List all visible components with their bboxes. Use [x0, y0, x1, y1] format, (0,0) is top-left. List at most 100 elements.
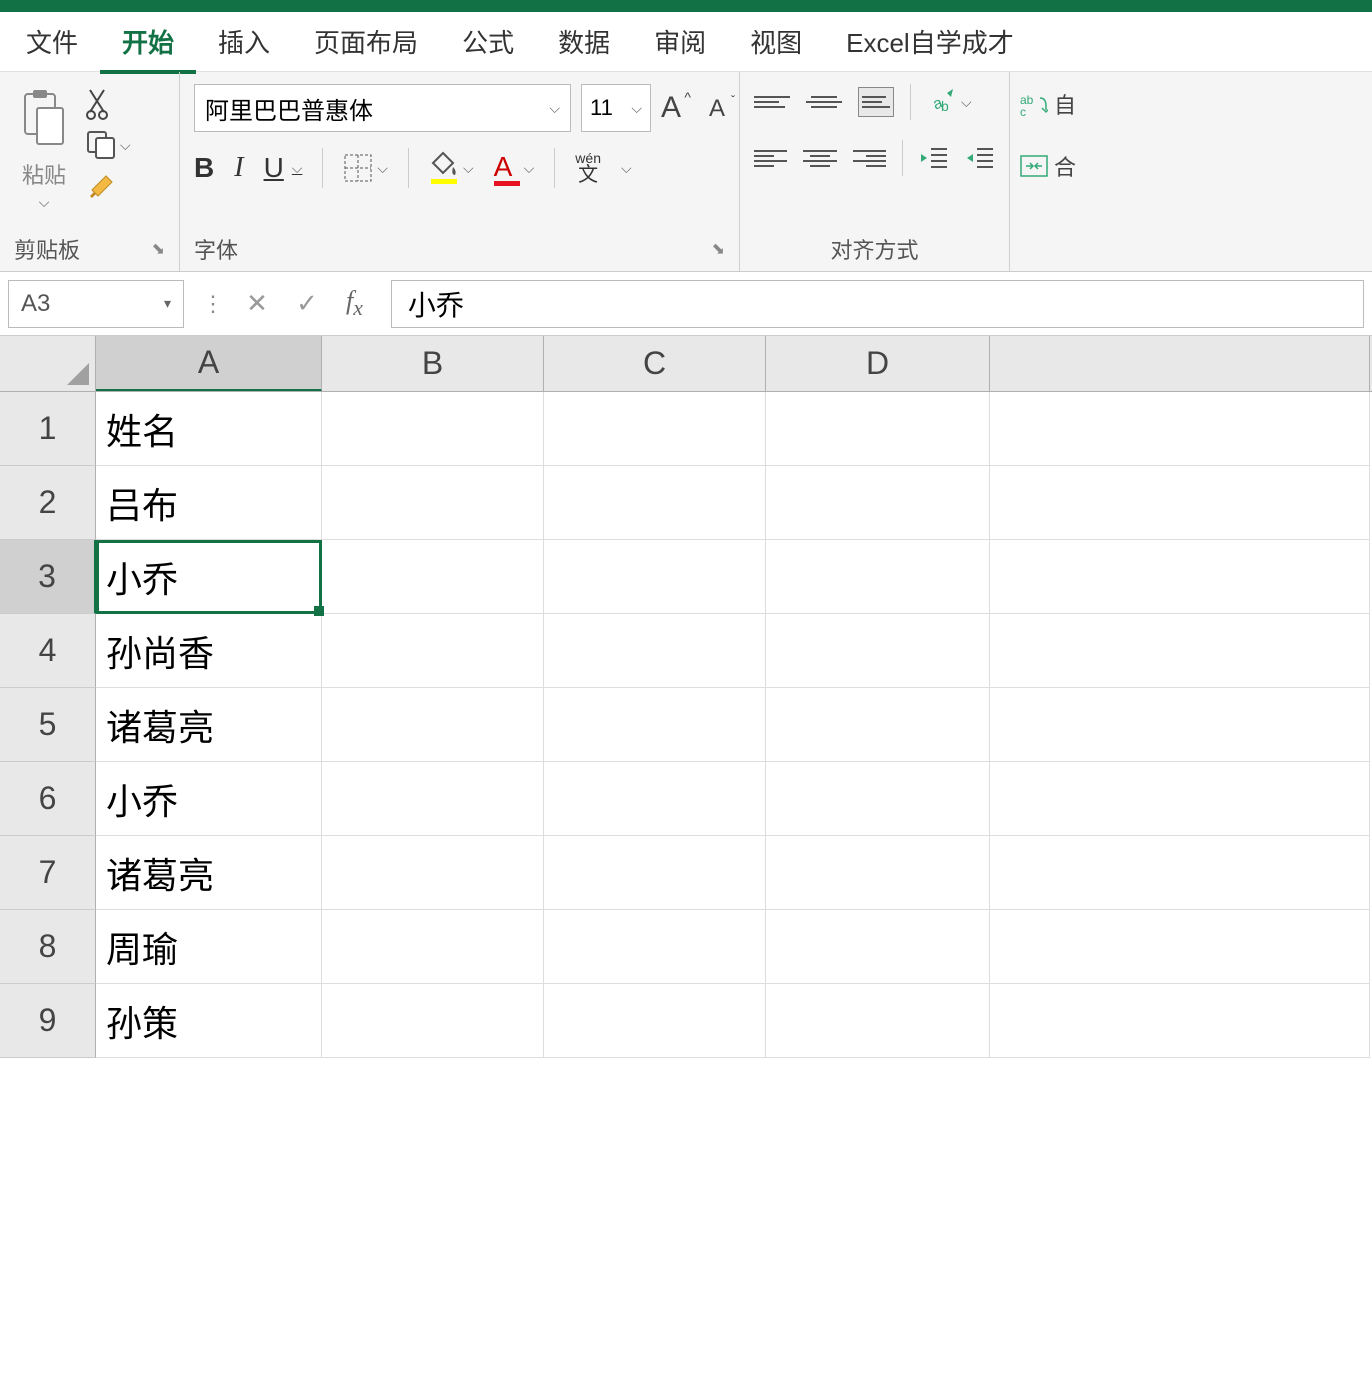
cut-button[interactable]	[86, 88, 131, 120]
tab-view[interactable]: 视图	[728, 9, 824, 74]
tab-excel-self[interactable]: Excel自学成才	[824, 9, 1036, 74]
cell[interactable]	[766, 540, 990, 614]
cell[interactable]	[766, 984, 990, 1058]
cell[interactable]	[322, 392, 544, 466]
cell[interactable]: 周瑜	[96, 910, 322, 984]
cell[interactable]: 诸葛亮	[96, 688, 322, 762]
cell[interactable]	[766, 688, 990, 762]
row-header[interactable]: 1	[0, 392, 96, 466]
cell[interactable]	[544, 984, 766, 1058]
cell[interactable]	[766, 762, 990, 836]
paste-icon[interactable]	[14, 84, 74, 154]
cell[interactable]	[544, 466, 766, 540]
row-header[interactable]: 5	[0, 688, 96, 762]
fill-color-button[interactable]: ⌵	[429, 151, 474, 185]
cell[interactable]	[766, 910, 990, 984]
chevron-down-icon[interactable]: ⌵	[621, 160, 632, 177]
cell[interactable]	[544, 762, 766, 836]
clipboard-launcher-icon[interactable]: ⬊	[152, 239, 165, 259]
phonetic-button[interactable]: wén 文	[575, 151, 601, 185]
row-header[interactable]: 4	[0, 614, 96, 688]
cell[interactable]	[766, 614, 990, 688]
row-header[interactable]: 8	[0, 910, 96, 984]
column-header-C[interactable]: C	[544, 336, 766, 391]
grow-font-button[interactable]: A^	[661, 91, 681, 125]
cell[interactable]	[322, 540, 544, 614]
tab-formulas[interactable]: 公式	[440, 9, 536, 74]
orientation-button[interactable]: ab ⌵	[927, 87, 972, 117]
cell[interactable]	[322, 688, 544, 762]
wrap-text-button[interactable]: abc 自	[1020, 88, 1120, 120]
font-name-select[interactable]: 阿里巴巴普惠体 ⌵	[194, 84, 571, 132]
align-center-button[interactable]	[803, 143, 836, 173]
align-left-button[interactable]	[754, 143, 787, 173]
cell[interactable]	[766, 836, 990, 910]
cell[interactable]	[322, 984, 544, 1058]
drag-handle-icon[interactable]: ⋮	[192, 291, 232, 317]
cell[interactable]	[990, 392, 1370, 466]
borders-button[interactable]: ⌵	[343, 153, 388, 183]
cell[interactable]	[990, 466, 1370, 540]
cell[interactable]	[766, 466, 990, 540]
paste-label[interactable]: 粘贴	[22, 158, 66, 190]
cell[interactable]	[544, 540, 766, 614]
font-size-select[interactable]: 11 ⌵	[581, 84, 651, 132]
row-header[interactable]: 6	[0, 762, 96, 836]
cell[interactable]	[990, 688, 1370, 762]
cell[interactable]	[544, 910, 766, 984]
cell[interactable]	[544, 836, 766, 910]
merge-button[interactable]: 合	[1020, 150, 1120, 182]
cell[interactable]: 孙尚香	[96, 614, 322, 688]
cell[interactable]	[990, 836, 1370, 910]
cell[interactable]	[544, 688, 766, 762]
fx-button[interactable]: fx	[332, 286, 377, 321]
column-header-D[interactable]: D	[766, 336, 990, 391]
row-header[interactable]: 7	[0, 836, 96, 910]
cell[interactable]: 孙策	[96, 984, 322, 1058]
cell[interactable]	[322, 836, 544, 910]
column-header-A[interactable]: A	[96, 336, 322, 391]
cell[interactable]: 小乔	[96, 540, 322, 614]
enter-button[interactable]: ✓	[282, 288, 332, 319]
spreadsheet-grid[interactable]: A B C D 1姓名2吕布3小乔4孙尚香5诸葛亮6小乔7诸葛亮8周瑜9孙策	[0, 336, 1372, 1058]
select-all-corner[interactable]	[0, 336, 96, 391]
row-header[interactable]: 9	[0, 984, 96, 1058]
cell[interactable]	[322, 910, 544, 984]
paste-dropdown-icon[interactable]: ⌵	[39, 194, 50, 211]
tab-data[interactable]: 数据	[536, 9, 632, 74]
copy-button[interactable]: ⌵	[86, 130, 131, 160]
align-right-button[interactable]	[853, 143, 886, 173]
decrease-indent-button[interactable]	[919, 145, 949, 171]
column-header-B[interactable]: B	[322, 336, 544, 391]
cell[interactable]	[322, 762, 544, 836]
cell[interactable]	[322, 614, 544, 688]
cell[interactable]	[990, 540, 1370, 614]
tab-file[interactable]: 文件	[4, 9, 100, 74]
row-header[interactable]: 3	[0, 540, 96, 614]
tab-page-layout[interactable]: 页面布局	[292, 9, 440, 74]
format-painter-button[interactable]	[86, 170, 131, 202]
cell[interactable]	[766, 392, 990, 466]
tab-review[interactable]: 审阅	[632, 9, 728, 74]
tab-home[interactable]: 开始	[100, 9, 196, 74]
cell[interactable]: 诸葛亮	[96, 836, 322, 910]
column-header-E[interactable]	[990, 336, 1370, 391]
font-color-button[interactable]: A ⌵	[494, 151, 535, 186]
increase-indent-button[interactable]	[965, 145, 995, 171]
cell[interactable]	[990, 910, 1370, 984]
align-bottom-button[interactable]	[858, 87, 894, 117]
cancel-button[interactable]: ✕	[232, 288, 282, 319]
cell[interactable]: 吕布	[96, 466, 322, 540]
underline-button[interactable]: U⌵	[264, 152, 303, 184]
cell[interactable]	[990, 762, 1370, 836]
cell[interactable]	[322, 466, 544, 540]
row-header[interactable]: 2	[0, 466, 96, 540]
shrink-font-button[interactable]: Aˇ	[709, 95, 725, 129]
name-box[interactable]: A3 ▾	[8, 280, 184, 328]
align-top-button[interactable]	[754, 87, 790, 117]
italic-button[interactable]: I	[234, 152, 243, 184]
cell[interactable]	[990, 614, 1370, 688]
cell[interactable]	[990, 984, 1370, 1058]
cell[interactable]	[544, 392, 766, 466]
formula-input[interactable]: 小乔	[391, 280, 1364, 328]
